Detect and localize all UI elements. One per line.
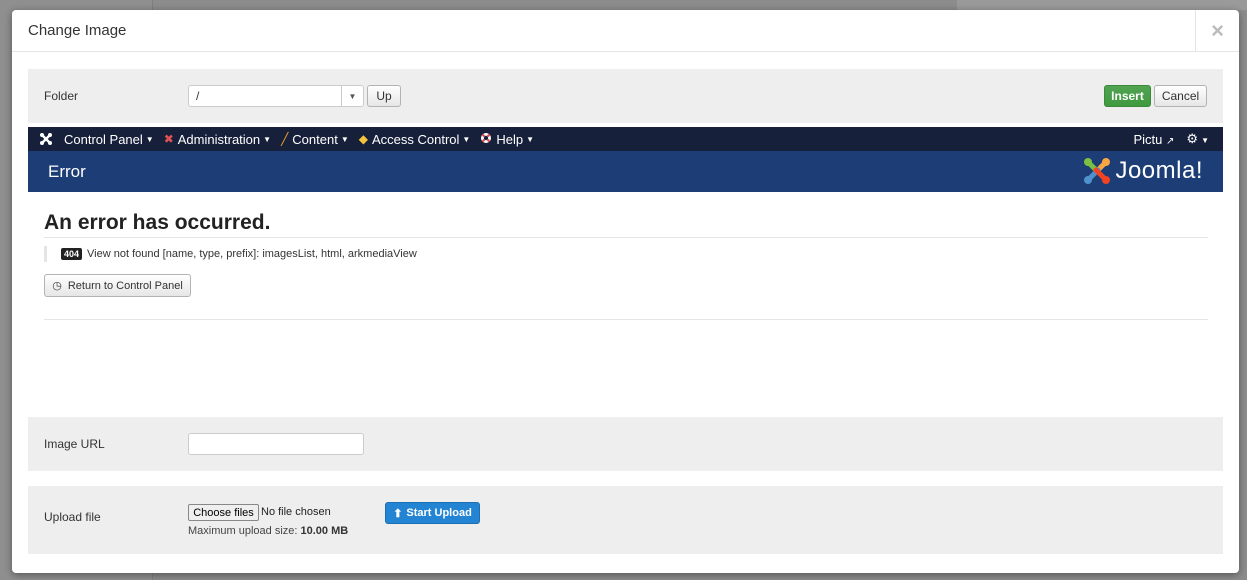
menu-content[interactable]: ╱ Content ▼	[281, 132, 349, 147]
image-url-panel: Image URL	[28, 417, 1223, 471]
max-size-prefix: Maximum upload size:	[188, 525, 298, 537]
caret-down-icon: ▼	[145, 134, 154, 144]
joomla-logo: Joomla!	[1083, 157, 1203, 185]
change-image-modal: Change Image × Folder / ▼ Up Insert Canc…	[12, 10, 1239, 573]
background-topbar	[957, 0, 1247, 10]
menu-help-label: Help	[496, 131, 524, 147]
divider	[44, 237, 1208, 238]
page-title: Error	[48, 162, 86, 181]
error-title: An error has occurred.	[44, 211, 271, 234]
external-link-icon: ↗	[1166, 135, 1175, 147]
caret-down-icon: ▼	[340, 134, 349, 144]
gear-menu[interactable]: ⚙ ▼	[1186, 131, 1209, 147]
close-icon[interactable]: ×	[1195, 10, 1239, 52]
return-to-control-panel-button[interactable]: ◷ Return to Control Panel	[44, 274, 191, 297]
tools-icon: ✖	[163, 132, 174, 146]
pencil-icon: ╱	[281, 132, 289, 146]
upload-panel: Upload file Choose files No file chosen …	[28, 486, 1223, 554]
modal-title: Change Image	[28, 22, 127, 39]
joomla-logo-icon	[1084, 158, 1111, 184]
menu-access-control-label: Access Control	[372, 131, 460, 147]
joomla-wordmark: Joomla!	[1115, 157, 1203, 184]
max-upload-size: Maximum upload size: 10.00 MB	[188, 525, 348, 537]
caret-down-icon: ▼	[263, 134, 272, 144]
error-message-text: View not found [name, type, prefix]: ima…	[87, 248, 417, 260]
menu-control-panel[interactable]: Control Panel ▼	[64, 132, 154, 147]
caret-down-icon: ▼	[1201, 136, 1209, 145]
joomla-header: Error Joomla!	[28, 151, 1223, 192]
upload-icon: ⬆	[393, 507, 403, 520]
cancel-button[interactable]: Cancel	[1154, 85, 1207, 107]
error-message: 404 View not found [name, type, prefix]:…	[44, 246, 417, 262]
menu-administration-label: Administration	[177, 131, 261, 147]
error-code-badge: 404	[61, 248, 83, 260]
return-label: Return to Control Panel	[67, 279, 183, 292]
joomla-icon[interactable]	[28, 127, 64, 151]
joomla-navbar: Control Panel ▼ ✖ Administration ▼ ╱ Conte…	[28, 127, 1223, 151]
modal-header: Change Image ×	[12, 10, 1239, 52]
image-url-label: Image URL	[44, 437, 105, 451]
gear-icon: ⚙	[1186, 131, 1199, 146]
menu-access-control[interactable]: ◆ Access Control ▼	[359, 132, 471, 147]
insert-button[interactable]: Insert	[1104, 85, 1151, 107]
lifebuoy-icon	[480, 132, 492, 147]
key-icon: ◆	[358, 132, 368, 146]
caret-down-icon: ▼	[462, 134, 471, 144]
caret-down-icon: ▼	[526, 134, 535, 144]
image-url-input[interactable]	[188, 433, 364, 455]
divider	[44, 319, 1208, 320]
folder-select[interactable]: / ▼	[188, 85, 364, 107]
choose-files-button[interactable]: Choose files	[188, 504, 259, 521]
start-upload-label: Start Upload	[406, 507, 472, 519]
menu-content-label: Content	[292, 131, 338, 147]
folder-panel: Folder / ▼ Up Insert Cancel	[28, 69, 1223, 123]
user-site-label: Pictu	[1133, 131, 1163, 147]
upload-file-label: Upload file	[44, 510, 101, 524]
chevron-down-icon[interactable]: ▼	[341, 86, 363, 106]
start-upload-button[interactable]: ⬆ Start Upload	[385, 502, 480, 524]
dashboard-icon: ◷	[52, 280, 62, 292]
up-button[interactable]: Up	[367, 85, 401, 107]
folder-value: /	[196, 89, 200, 103]
menu-administration[interactable]: ✖ Administration ▼	[164, 132, 271, 147]
menu-control-panel-label: Control Panel	[64, 131, 143, 147]
max-size-value: 10.00 MB	[300, 525, 349, 537]
folder-label: Folder	[44, 89, 79, 103]
no-file-chosen-text: No file chosen	[261, 506, 331, 518]
media-browser-frame: Control Panel ▼ ✖ Administration ▼ ╱ Conte…	[28, 127, 1223, 417]
menu-help[interactable]: Help ▼	[480, 132, 534, 147]
user-site-link[interactable]: Pictu ↗	[1134, 132, 1175, 147]
navbar-right: Pictu ↗ ⚙ ▼	[1134, 127, 1210, 151]
